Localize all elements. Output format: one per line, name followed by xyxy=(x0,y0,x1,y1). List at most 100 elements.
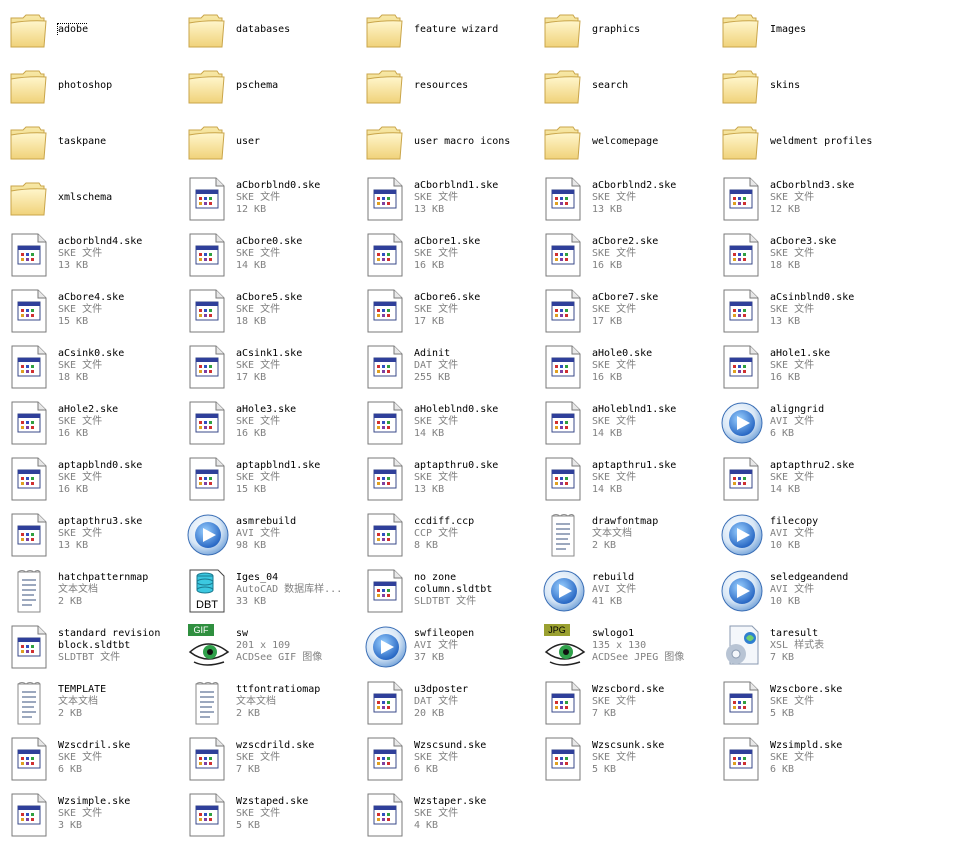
item-size: 14 KB xyxy=(414,428,445,439)
file-item[interactable]: Wzscsunk.ske SKE 文件 5 KB xyxy=(542,734,720,790)
file-item[interactable]: ttfontratiomap 文本文档 2 KB xyxy=(186,678,364,734)
file-item[interactable]: aHole1.ske SKE 文件 16 KB xyxy=(720,342,898,398)
item-details: aCborblnd2.ske SKE 文件 13 KB xyxy=(586,174,676,216)
file-item[interactable]: aCsinblnd0.ske SKE 文件 13 KB xyxy=(720,286,898,342)
item-name: aHoleblnd1.ske xyxy=(592,404,677,415)
item-name: pschema xyxy=(236,80,279,91)
file-item[interactable]: Wzscsund.ske SKE 文件 6 KB xyxy=(364,734,542,790)
file-item[interactable]: aCborblnd0.ske SKE 文件 12 KB xyxy=(186,174,364,230)
folder-item[interactable]: xmlschema xyxy=(8,174,186,230)
file-item[interactable]: aptapthru1.ske SKE 文件 14 KB xyxy=(542,454,720,510)
ske-file-icon xyxy=(364,454,408,502)
file-item[interactable]: aHoleblnd0.ske SKE 文件 14 KB xyxy=(364,398,542,454)
folder-item[interactable]: weldment profiles xyxy=(720,118,898,174)
ske-file-icon xyxy=(8,398,52,446)
item-details: aHole3.ske SKE 文件 16 KB xyxy=(230,398,296,440)
item-details: aCsink1.ske SKE 文件 17 KB xyxy=(230,342,302,384)
file-item[interactable]: aHole0.ske SKE 文件 16 KB xyxy=(542,342,720,398)
item-details: Wzstaper.ske SKE 文件 4 KB xyxy=(408,790,486,832)
file-item[interactable]: asmrebuild AVI 文件 98 KB xyxy=(186,510,364,566)
file-item[interactable]: Wzstaped.ske SKE 文件 5 KB xyxy=(186,790,364,846)
file-item[interactable]: filecopy AVI 文件 10 KB xyxy=(720,510,898,566)
file-item[interactable]: seledgeandend AVI 文件 10 KB xyxy=(720,566,898,622)
file-item[interactable]: u3dposter DAT 文件 20 KB xyxy=(364,678,542,734)
file-item[interactable]: aCsink0.ske SKE 文件 18 KB xyxy=(8,342,186,398)
file-icon-view[interactable]: adobe databases feature wizard graphics … xyxy=(0,0,964,837)
file-item[interactable]: aCbore1.ske SKE 文件 16 KB xyxy=(364,230,542,286)
folder-icon xyxy=(364,62,408,110)
file-item[interactable]: Wzscbore.ske SKE 文件 5 KB xyxy=(720,678,898,734)
folder-item[interactable]: Images xyxy=(720,6,898,62)
folder-item[interactable]: resources xyxy=(364,62,542,118)
file-item[interactable]: aCborblnd1.ske SKE 文件 13 KB xyxy=(364,174,542,230)
file-item[interactable]: aHole3.ske SKE 文件 16 KB xyxy=(186,398,364,454)
item-name: aCborblnd3.ske xyxy=(770,180,855,191)
file-item[interactable]: aCbore6.ske SKE 文件 17 KB xyxy=(364,286,542,342)
file-item[interactable]: aptapblnd1.ske SKE 文件 15 KB xyxy=(186,454,364,510)
ske-file-icon xyxy=(720,342,764,390)
item-size: 18 KB xyxy=(770,260,801,271)
item-name: Wzscbore.ske xyxy=(770,684,843,695)
folder-item[interactable]: welcomepage xyxy=(542,118,720,174)
folder-item[interactable]: databases xyxy=(186,6,364,62)
folder-item[interactable]: search xyxy=(542,62,720,118)
item-size: SLDTBT 文件 xyxy=(58,652,121,663)
folder-item[interactable]: adobe xyxy=(8,6,186,62)
file-item[interactable]: aCbore4.ske SKE 文件 15 KB xyxy=(8,286,186,342)
file-item[interactable]: rebuild AVI 文件 41 KB xyxy=(542,566,720,622)
file-item[interactable]: aCbore2.ske SKE 文件 16 KB xyxy=(542,230,720,286)
file-item[interactable]: aptapthru2.ske SKE 文件 14 KB xyxy=(720,454,898,510)
folder-item[interactable]: skins xyxy=(720,62,898,118)
file-item[interactable]: TEMPLATE 文本文档 2 KB xyxy=(8,678,186,734)
file-item[interactable]: hatchpatternmap 文本文档 2 KB xyxy=(8,566,186,622)
file-item[interactable]: aCbore5.ske SKE 文件 18 KB xyxy=(186,286,364,342)
ske-file-icon xyxy=(542,286,586,334)
item-size: 4 KB xyxy=(414,820,439,831)
file-item[interactable]: JPG swlogo1 135 x 130 ACDSee JPEG 图像 xyxy=(542,622,720,678)
file-item[interactable]: aCbore0.ske SKE 文件 14 KB xyxy=(186,230,364,286)
file-item[interactable]: aptapblnd0.ske SKE 文件 16 KB xyxy=(8,454,186,510)
file-item[interactable]: aHole2.ske SKE 文件 16 KB xyxy=(8,398,186,454)
file-item[interactable]: drawfontmap 文本文档 2 KB xyxy=(542,510,720,566)
item-name: swfileopen xyxy=(414,628,475,639)
file-item[interactable]: acborblnd4.ske SKE 文件 13 KB xyxy=(8,230,186,286)
file-item[interactable]: Wzscdril.ske SKE 文件 6 KB xyxy=(8,734,186,790)
item-name: aptapthru2.ske xyxy=(770,460,855,471)
file-item[interactable]: standard revision block.sldtbt SLDTBT 文件 xyxy=(8,622,186,678)
item-name: Wzscsunk.ske xyxy=(592,740,665,751)
file-item[interactable]: aptapthru0.ske SKE 文件 13 KB xyxy=(364,454,542,510)
file-item[interactable]: aCbore7.ske SKE 文件 17 KB xyxy=(542,286,720,342)
folder-item[interactable]: user macro icons xyxy=(364,118,542,174)
folder-item[interactable]: photoshop xyxy=(8,62,186,118)
file-item[interactable]: aptapthru3.ske SKE 文件 13 KB xyxy=(8,510,186,566)
file-item[interactable]: Wzscbord.ske SKE 文件 7 KB xyxy=(542,678,720,734)
file-item[interactable]: ccdiff.ccp CCP 文件 8 KB xyxy=(364,510,542,566)
file-item[interactable]: Wzsimpld.ske SKE 文件 6 KB xyxy=(720,734,898,790)
item-name: photoshop xyxy=(58,80,113,91)
file-item[interactable]: aCborblnd2.ske SKE 文件 13 KB xyxy=(542,174,720,230)
file-item[interactable]: aligngrid AVI 文件 6 KB xyxy=(720,398,898,454)
folder-item[interactable]: feature wizard xyxy=(364,6,542,62)
file-item[interactable]: Wzsimple.ske SKE 文件 3 KB xyxy=(8,790,186,846)
file-item[interactable]: aHoleblnd1.ske SKE 文件 14 KB xyxy=(542,398,720,454)
file-item[interactable]: swfileopen AVI 文件 37 KB xyxy=(364,622,542,678)
file-item[interactable]: Wzstaper.ske SKE 文件 4 KB xyxy=(364,790,542,846)
item-size: 7 KB xyxy=(770,652,795,663)
file-item[interactable]: DBT Iges_04 AutoCAD 数据库样... 33 KB xyxy=(186,566,364,622)
file-item[interactable]: aCborblnd3.ske SKE 文件 12 KB xyxy=(720,174,898,230)
file-item[interactable]: GIF sw 201 x 109 ACDSee GIF 图像 xyxy=(186,622,364,678)
file-item[interactable]: Adinit DAT 文件 255 KB xyxy=(364,342,542,398)
file-item[interactable]: taresult XSL 样式表 7 KB xyxy=(720,622,898,678)
folder-item[interactable]: user xyxy=(186,118,364,174)
folder-item[interactable]: graphics xyxy=(542,6,720,62)
file-item[interactable]: no zone column.sldtbt SLDTBT 文件 xyxy=(364,566,542,622)
folder-item[interactable]: taskpane xyxy=(8,118,186,174)
file-item[interactable]: wzscdrild.ske SKE 文件 7 KB xyxy=(186,734,364,790)
item-name: aptapthru0.ske xyxy=(414,460,499,471)
folder-item[interactable]: pschema xyxy=(186,62,364,118)
file-item[interactable]: aCsink1.ske SKE 文件 17 KB xyxy=(186,342,364,398)
item-details: aCbore5.ske SKE 文件 18 KB xyxy=(230,286,302,328)
item-name: aHole1.ske xyxy=(770,348,831,359)
file-item[interactable]: aCbore3.ske SKE 文件 18 KB xyxy=(720,230,898,286)
item-type: SKE 文件 xyxy=(58,304,103,315)
